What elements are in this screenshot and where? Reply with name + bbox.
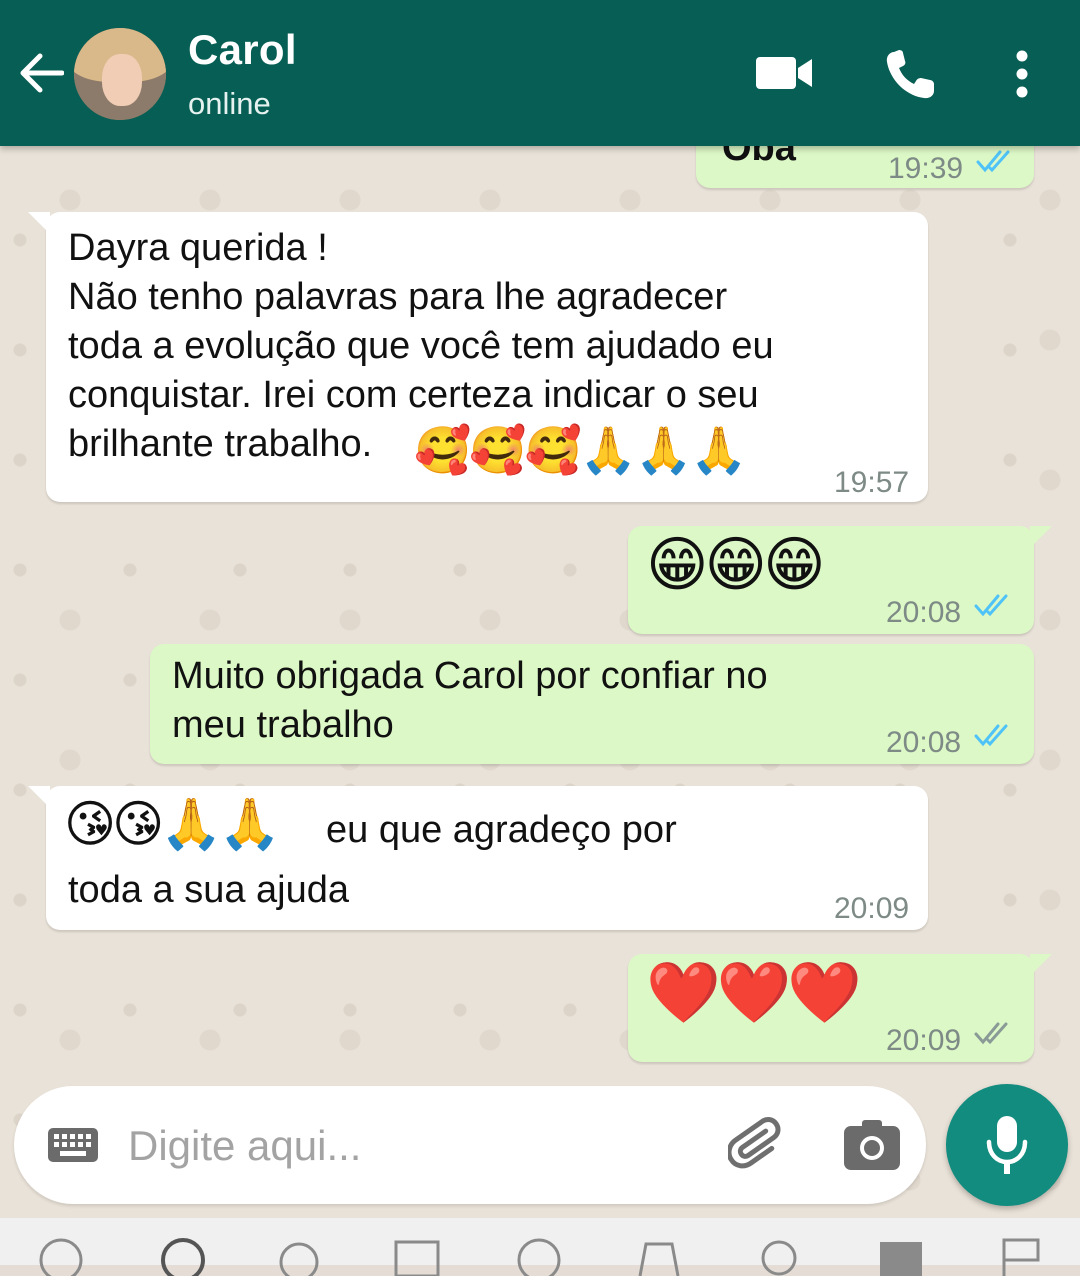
contact-status: online — [188, 86, 271, 121]
emoji-category-bar — [0, 1218, 1080, 1276]
bubble-tail — [1030, 954, 1052, 976]
message-text: Muito obrigada Carol por confiar no meu … — [172, 655, 768, 746]
message-time: 20:09 — [886, 1024, 962, 1057]
animal-icon[interactable] — [276, 1236, 322, 1276]
message-emojis: 😁😁😁 — [646, 531, 826, 598]
message-time: 19:57 — [834, 466, 910, 499]
message-emojis: ❤️❤️❤️ — [646, 959, 862, 1026]
contact-name[interactable]: Carol — [188, 26, 297, 74]
message-text-line2: toda a sua ajuda — [68, 869, 350, 911]
smiley-icon[interactable] — [160, 1236, 206, 1276]
message-bubble[interactable]: ❤️❤️❤️ 20:09 — [628, 954, 1052, 1062]
avatar[interactable] — [74, 28, 166, 120]
arrow-left-icon[interactable] — [18, 52, 64, 94]
bubble-tail — [1030, 526, 1052, 548]
voice-record-button[interactable] — [946, 1084, 1068, 1206]
objects-icon[interactable] — [756, 1236, 802, 1276]
bubble-tail — [28, 786, 50, 808]
food-icon[interactable] — [394, 1236, 440, 1276]
video-camera-icon[interactable] — [756, 54, 814, 92]
message-text: eu que agradeço por — [326, 809, 677, 851]
message-emojis: 🥰🥰🥰🙏🙏🙏 — [414, 424, 748, 476]
camera-icon[interactable] — [844, 1120, 900, 1170]
message-time: 20:08 — [886, 726, 962, 759]
read-receipt-icon — [974, 724, 1008, 747]
message-bubble[interactable]: Muito obrigada Carol por confiar no meu … — [150, 644, 1034, 764]
sports-icon[interactable] — [516, 1236, 562, 1276]
message-emojis: 😘😘🙏🙏 — [64, 796, 281, 852]
travel-icon[interactable] — [636, 1236, 682, 1276]
message-time: 20:09 — [834, 892, 910, 925]
paperclip-icon[interactable] — [728, 1116, 788, 1176]
chat-header: Carol online — [0, 0, 1080, 146]
message-input[interactable] — [126, 1110, 690, 1182]
message-bubble[interactable]: 😘😘🙏🙏 eu que agradeço por toda a sua ajud… — [28, 786, 928, 930]
read-receipt-icon — [974, 594, 1008, 617]
keyboard-icon[interactable] — [48, 1128, 98, 1162]
flags-icon[interactable] — [998, 1236, 1044, 1276]
message-bubble[interactable]: Dayra querida ! Não tenho palavras para … — [28, 212, 928, 502]
message-bubble[interactable]: 😁😁😁 20:08 — [628, 526, 1052, 634]
more-vert-icon[interactable] — [1010, 50, 1034, 98]
recent-icon[interactable] — [38, 1236, 84, 1276]
read-receipt-icon — [976, 150, 1010, 173]
message-time: 19:39 — [888, 152, 964, 185]
bubble-tail — [28, 212, 50, 234]
symbols-icon[interactable] — [878, 1236, 924, 1276]
message-composer — [14, 1086, 926, 1204]
delivered-receipt-icon — [974, 1022, 1008, 1045]
microphone-icon — [986, 1116, 1028, 1174]
message-time: 20:08 — [886, 596, 962, 629]
phone-icon[interactable] — [884, 50, 938, 100]
